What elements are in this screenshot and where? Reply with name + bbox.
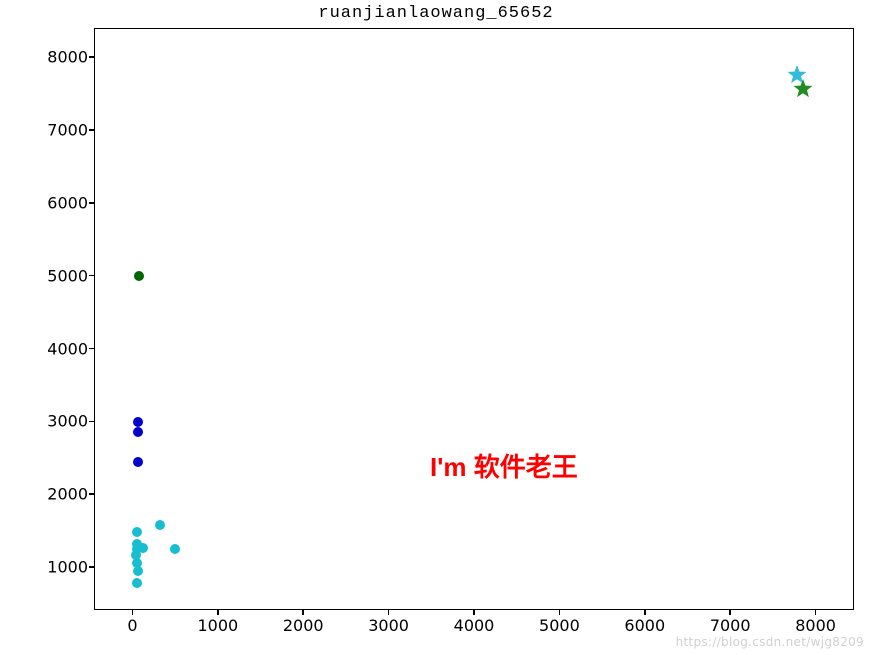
data-point [134, 271, 144, 281]
y-tick-label: 2000 [47, 485, 88, 504]
data-point [133, 427, 143, 437]
x-tick-label: 2000 [283, 616, 324, 635]
x-tick-label: 3000 [368, 616, 409, 635]
x-tick-label: 7000 [710, 616, 751, 635]
x-tick-label: 0 [127, 616, 137, 635]
data-point [132, 539, 142, 549]
y-tick-label: 5000 [47, 266, 88, 285]
data-point [132, 527, 142, 537]
data-point [170, 544, 180, 554]
y-tick-label: 7000 [47, 120, 88, 139]
y-tick-label: 6000 [47, 193, 88, 212]
data-point [133, 417, 143, 427]
annotation-text: I'm 软件老王 [430, 447, 578, 484]
data-point [133, 457, 143, 467]
data-point [155, 520, 165, 530]
chart-container: ruanjianlaowang_65652 1000 2000 3000 4000 50… [0, 0, 872, 655]
x-tick-label: 1000 [197, 616, 238, 635]
watermark-text: https://blog.csdn.net/wjg8209 [676, 635, 864, 649]
x-tick-label: 5000 [539, 616, 580, 635]
y-tick-label: 4000 [47, 339, 88, 358]
y-tick-label: 8000 [47, 48, 88, 67]
chart-title: ruanjianlaowang_65652 [0, 4, 872, 23]
x-tick-label: 8000 [795, 616, 836, 635]
data-point [132, 578, 142, 588]
x-tick-label: 4000 [454, 616, 495, 635]
y-tick-label: 3000 [47, 412, 88, 431]
x-tick-label: 6000 [624, 616, 665, 635]
y-tick-label: 1000 [47, 558, 88, 577]
plot-area [94, 28, 854, 610]
data-star [793, 79, 813, 103]
